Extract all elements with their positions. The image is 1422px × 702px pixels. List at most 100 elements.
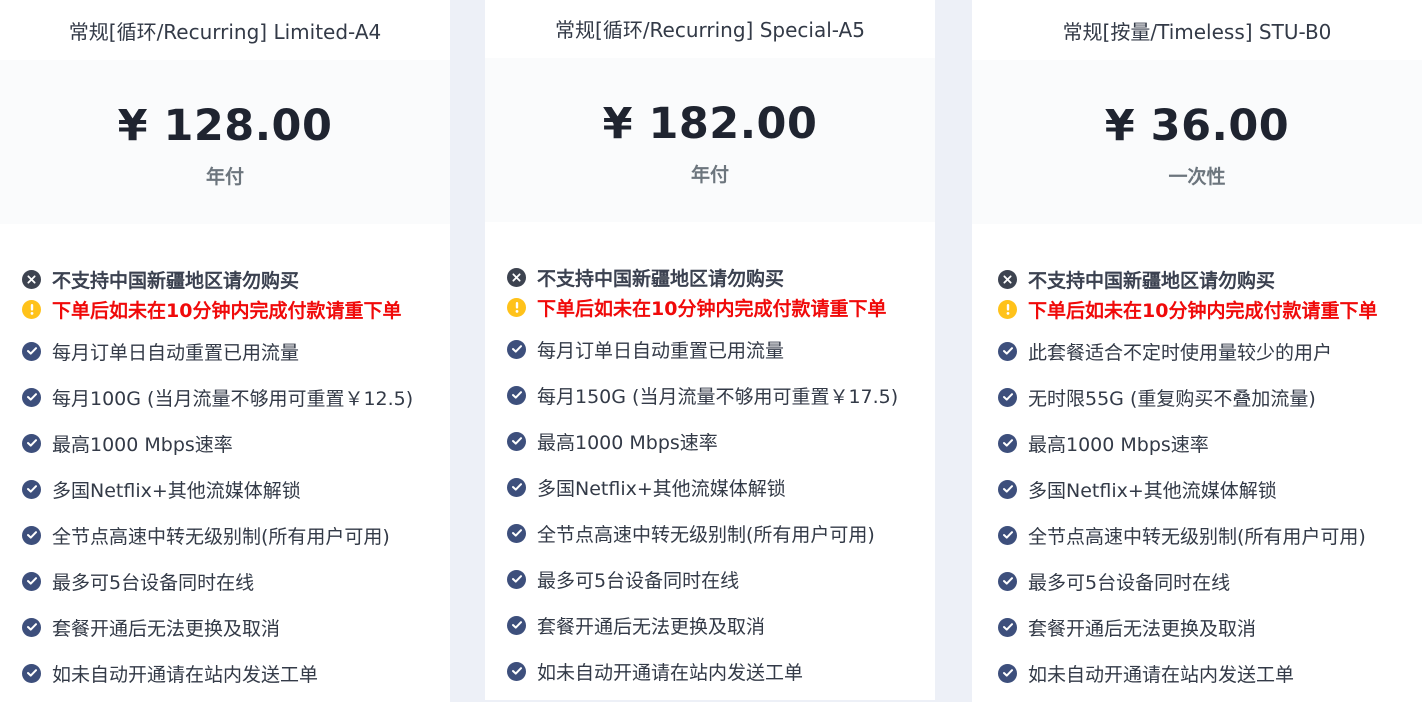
plan-price: ¥ 128.00 [117,101,333,151]
plan-title: 常规[循环/Recurring] Special-A5 [555,17,865,42]
feature-text: 最多可5台设备同时在线 [537,569,740,592]
feature-item: 最多可5台设备同时在线 [22,558,450,604]
feature-item: 套餐开通后无法更换及取消 [507,602,935,648]
price-block: ¥ 36.00 一次性 [972,60,1422,224]
feature-item: 多国Netflix+其他流媒体解锁 [22,466,450,512]
feature-text: 如未自动开通请在站内发送工单 [537,661,804,684]
feature-item: 全节点高速中转无级别制(所有用户可用) [998,512,1422,558]
notice-text: 不支持中国新疆地区请勿购买 [52,269,300,292]
billing-period: 一次性 [1168,166,1226,188]
feature-text: 套餐开通后无法更换及取消 [1028,617,1257,640]
check-circle-icon [22,525,41,545]
check-circle-icon [507,339,526,359]
feature-list: 不支持中国新疆地区请勿购买 下单后如未在10分钟内完成付款请重下单 此套餐适合不… [972,224,1422,696]
price-block: ¥ 182.00 年付 [485,58,935,222]
feature-item: 最多可5台设备同时在线 [507,556,935,602]
feature-item: 每月订单日自动重置已用流量 [22,328,450,374]
feature-text: 每月订单日自动重置已用流量 [537,339,785,362]
feature-item: 最高1000 Mbps速率 [507,418,935,464]
feature-item: 每月100G (当月流量不够用可重置￥12.5) [22,374,450,420]
feature-item: 无时限55G (重复购买不叠加流量) [998,374,1422,420]
check-circle-icon [507,477,526,497]
feature-item: 最多可5台设备同时在线 [998,558,1422,604]
feature-item: 套餐开通后无法更换及取消 [998,604,1422,650]
alert-item: 下单后如未在10分钟内完成付款请重下单 [22,294,450,324]
alert-text: 下单后如未在10分钟内完成付款请重下单 [1028,299,1378,322]
feature-text: 最高1000 Mbps速率 [1028,433,1209,456]
plan-card-limited-a4[interactable]: 常规[循环/Recurring] Limited-A4 ¥ 128.00 年付 … [0,0,450,702]
feature-item: 此套餐适合不定时使用量较少的用户 [998,328,1422,374]
check-circle-icon [507,523,526,543]
check-circle-icon [998,433,1017,453]
feature-text: 如未自动开通请在站内发送工单 [1028,663,1295,686]
alert-item: 下单后如未在10分钟内完成付款请重下单 [998,294,1422,324]
billing-period: 年付 [205,166,244,188]
times-circle-icon [507,267,526,287]
notice-item: 不支持中国新疆地区请勿购买 [998,264,1422,294]
feature-item: 多国Netflix+其他流媒体解锁 [998,466,1422,512]
plan-card-stu-b0[interactable]: 常规[按量/Timeless] STU-B0 ¥ 36.00 一次性 不支持中国… [972,0,1422,702]
feature-item: 如未自动开通请在站内发送工单 [507,648,935,694]
feature-item: 套餐开通后无法更换及取消 [22,604,450,650]
check-circle-icon [22,663,41,683]
feature-text: 最多可5台设备同时在线 [1028,571,1231,594]
times-circle-icon [22,269,41,289]
feature-text: 最高1000 Mbps速率 [52,433,233,456]
check-circle-icon [22,387,41,407]
check-circle-icon [998,571,1017,591]
plan-card-special-a5[interactable]: 常规[循环/Recurring] Special-A5 ¥ 182.00 年付 … [485,0,935,700]
feature-item: 多国Netflix+其他流媒体解锁 [507,464,935,510]
check-circle-icon [998,663,1017,683]
exclamation-circle-icon [998,299,1017,319]
check-circle-icon [998,387,1017,407]
feature-text: 最多可5台设备同时在线 [52,571,255,594]
check-circle-icon [507,569,526,589]
feature-item: 每月150G (当月流量不够用可重置￥17.5) [507,372,935,418]
feature-item: 全节点高速中转无级别制(所有用户可用) [507,510,935,556]
alert-text: 下单后如未在10分钟内完成付款请重下单 [52,299,402,322]
feature-text: 如未自动开通请在站内发送工单 [52,663,319,686]
feature-text: 每月订单日自动重置已用流量 [52,341,300,364]
check-circle-icon [22,617,41,637]
feature-item: 最高1000 Mbps速率 [998,420,1422,466]
feature-item: 最高1000 Mbps速率 [22,420,450,466]
feature-item: 全节点高速中转无级别制(所有用户可用) [22,512,450,558]
feature-text: 套餐开通后无法更换及取消 [52,617,281,640]
feature-item: 如未自动开通请在站内发送工单 [22,650,450,696]
check-circle-icon [22,433,41,453]
check-circle-icon [22,479,41,499]
feature-item: 如未自动开通请在站内发送工单 [998,650,1422,696]
check-circle-icon [507,385,526,405]
exclamation-circle-icon [507,297,526,317]
feature-text: 此套餐适合不定时使用量较少的用户 [1028,341,1333,364]
feature-text: 全节点高速中转无级别制(所有用户可用) [537,523,875,546]
times-circle-icon [998,269,1017,289]
feature-text: 多国Netflix+其他流媒体解锁 [1028,479,1277,502]
check-circle-icon [507,615,526,635]
feature-text: 套餐开通后无法更换及取消 [537,615,766,638]
check-circle-icon [998,525,1017,545]
price-block: ¥ 128.00 年付 [0,60,450,224]
feature-text: 最高1000 Mbps速率 [537,431,718,454]
feature-text: 全节点高速中转无级别制(所有用户可用) [1028,525,1366,548]
notice-item: 不支持中国新疆地区请勿购买 [22,264,450,294]
plan-title: 常规[循环/Recurring] Limited-A4 [68,19,382,44]
feature-list: 不支持中国新疆地区请勿购买 下单后如未在10分钟内完成付款请重下单 每月订单日自… [0,224,450,696]
feature-item: 每月订单日自动重置已用流量 [507,326,935,372]
feature-list: 不支持中国新疆地区请勿购买 下单后如未在10分钟内完成付款请重下单 每月订单日自… [485,222,935,694]
feature-text: 多国Netflix+其他流媒体解锁 [52,479,301,502]
plan-title: 常规[按量/Timeless] STU-B0 [1062,19,1332,44]
feature-text: 无时限55G (重复购买不叠加流量) [1028,387,1316,410]
check-circle-icon [22,571,41,591]
notice-text: 不支持中国新疆地区请勿购买 [537,267,785,290]
alert-text: 下单后如未在10分钟内完成付款请重下单 [537,297,887,320]
alert-item: 下单后如未在10分钟内完成付款请重下单 [507,292,935,322]
feature-text: 全节点高速中转无级别制(所有用户可用) [52,525,390,548]
pricing-plans: 常规[循环/Recurring] Limited-A4 ¥ 128.00 年付 … [0,0,1422,702]
check-circle-icon [998,617,1017,637]
exclamation-circle-icon [22,299,41,319]
notice-text: 不支持中国新疆地区请勿购买 [1028,269,1276,292]
feature-text: 每月150G (当月流量不够用可重置￥17.5) [537,385,899,408]
notice-item: 不支持中国新疆地区请勿购买 [507,262,935,292]
check-circle-icon [507,661,526,681]
